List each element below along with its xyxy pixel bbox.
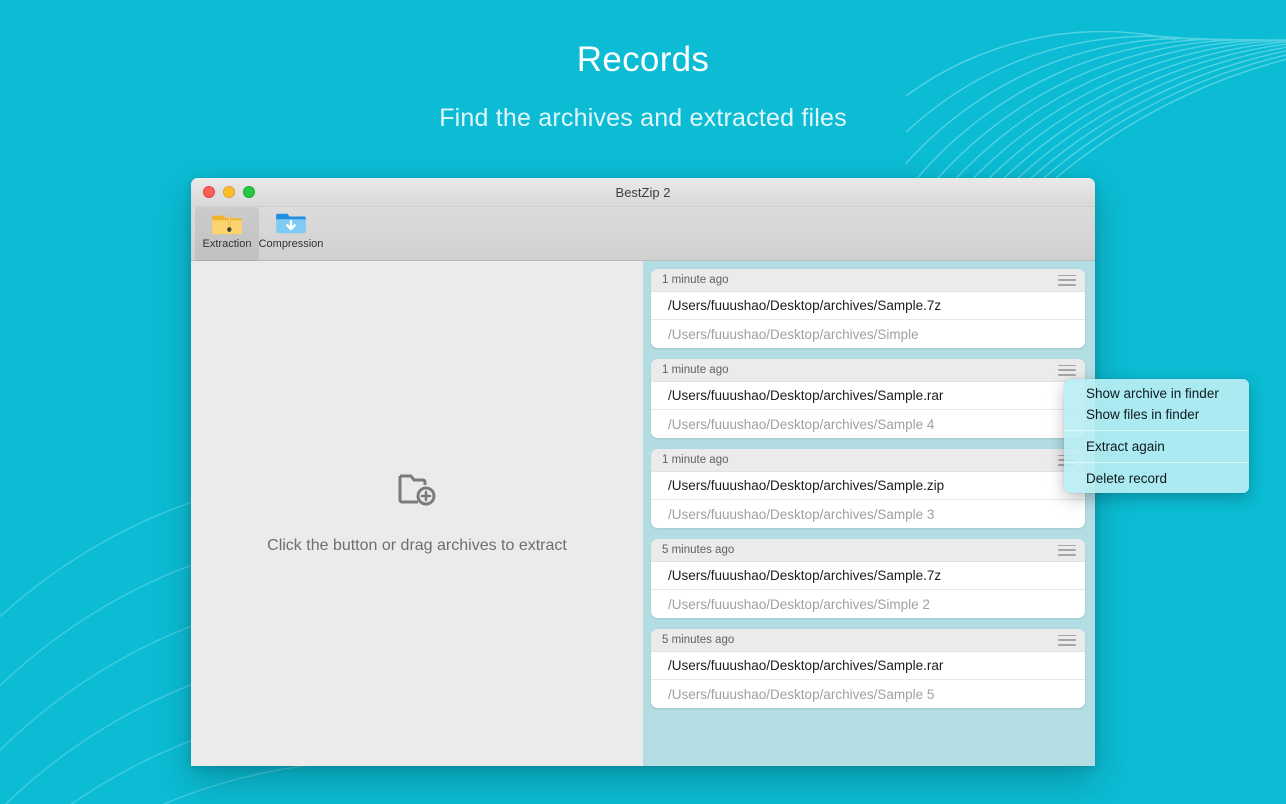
record-timestamp: 1 minute ago [662, 454, 729, 466]
record-menu-icon[interactable] [1058, 274, 1076, 287]
page-subtitle: Find the archives and extracted files [0, 98, 1286, 138]
window-title: BestZip 2 [191, 178, 1095, 207]
drop-zone-message: Click the button or drag archives to ext… [267, 537, 567, 555]
record-card[interactable]: 5 minutes ago/Users/fuuushao/Desktop/arc… [651, 539, 1085, 618]
hero-section: Records Find the archives and extracted … [0, 0, 1286, 138]
record-timestamp: 1 minute ago [662, 274, 729, 286]
record-menu-icon[interactable] [1058, 364, 1076, 377]
window-toolbar: Extraction Compression [191, 207, 1095, 261]
record-destination-path[interactable]: /Users/fuuushao/Desktop/archives/Simple … [651, 590, 1085, 618]
record-header: 5 minutes ago [651, 539, 1085, 562]
minimize-button[interactable] [223, 186, 235, 198]
context-menu-item[interactable]: Show archive in finder [1064, 383, 1249, 404]
page-title: Records [0, 36, 1286, 84]
record-destination-path[interactable]: /Users/fuuushao/Desktop/archives/Sample … [651, 500, 1085, 528]
record-header: 5 minutes ago [651, 629, 1085, 652]
record-archive-path[interactable]: /Users/fuuushao/Desktop/archives/Sample.… [651, 292, 1085, 320]
record-destination-path[interactable]: /Users/fuuushao/Desktop/archives/Simple [651, 320, 1085, 348]
download-folder-icon [276, 210, 306, 236]
record-card[interactable]: 1 minute ago/Users/fuuushao/Desktop/arch… [651, 449, 1085, 528]
record-archive-path[interactable]: /Users/fuuushao/Desktop/archives/Sample.… [651, 562, 1085, 590]
record-destination-path[interactable]: /Users/fuuushao/Desktop/archives/Sample … [651, 410, 1085, 438]
close-button[interactable] [203, 186, 215, 198]
context-menu-item[interactable]: Show files in finder [1064, 404, 1249, 425]
record-archive-path[interactable]: /Users/fuuushao/Desktop/archives/Sample.… [651, 382, 1085, 410]
record-menu-icon[interactable] [1058, 544, 1076, 557]
records-list[interactable]: 1 minute ago/Users/fuuushao/Desktop/arch… [643, 261, 1095, 766]
window-titlebar: BestZip 2 [191, 178, 1095, 207]
menu-separator [1064, 462, 1249, 463]
toolbar-item-compression[interactable]: Compression [259, 207, 323, 261]
record-context-menu[interactable]: Show archive in finderShow files in find… [1064, 379, 1249, 493]
record-header: 1 minute ago [651, 449, 1085, 472]
record-archive-path[interactable]: /Users/fuuushao/Desktop/archives/Sample.… [651, 472, 1085, 500]
app-window: BestZip 2 Extraction Compression [191, 178, 1095, 766]
record-timestamp: 5 minutes ago [662, 634, 734, 646]
traffic-lights [203, 186, 255, 198]
zoom-button[interactable] [243, 186, 255, 198]
record-timestamp: 1 minute ago [662, 364, 729, 376]
record-header: 1 minute ago [651, 359, 1085, 382]
extraction-drop-zone[interactable]: Click the button or drag archives to ext… [191, 261, 643, 766]
record-destination-path[interactable]: /Users/fuuushao/Desktop/archives/Sample … [651, 680, 1085, 708]
toolbar-item-extraction-label: Extraction [203, 238, 252, 250]
menu-separator [1064, 430, 1249, 431]
folder-add-icon [397, 473, 437, 507]
record-timestamp: 5 minutes ago [662, 544, 734, 556]
toolbar-item-compression-label: Compression [259, 238, 324, 250]
window-body: Click the button or drag archives to ext… [191, 261, 1095, 766]
record-card[interactable]: 1 minute ago/Users/fuuushao/Desktop/arch… [651, 359, 1085, 438]
toolbar-item-extraction[interactable]: Extraction [195, 207, 259, 261]
record-menu-icon[interactable] [1058, 634, 1076, 647]
record-header: 1 minute ago [651, 269, 1085, 292]
context-menu-item[interactable]: Delete record [1064, 468, 1249, 489]
record-card[interactable]: 5 minutes ago/Users/fuuushao/Desktop/arc… [651, 629, 1085, 708]
record-card[interactable]: 1 minute ago/Users/fuuushao/Desktop/arch… [651, 269, 1085, 348]
record-archive-path[interactable]: /Users/fuuushao/Desktop/archives/Sample.… [651, 652, 1085, 680]
zip-folder-icon [212, 210, 242, 236]
context-menu-item[interactable]: Extract again [1064, 436, 1249, 457]
